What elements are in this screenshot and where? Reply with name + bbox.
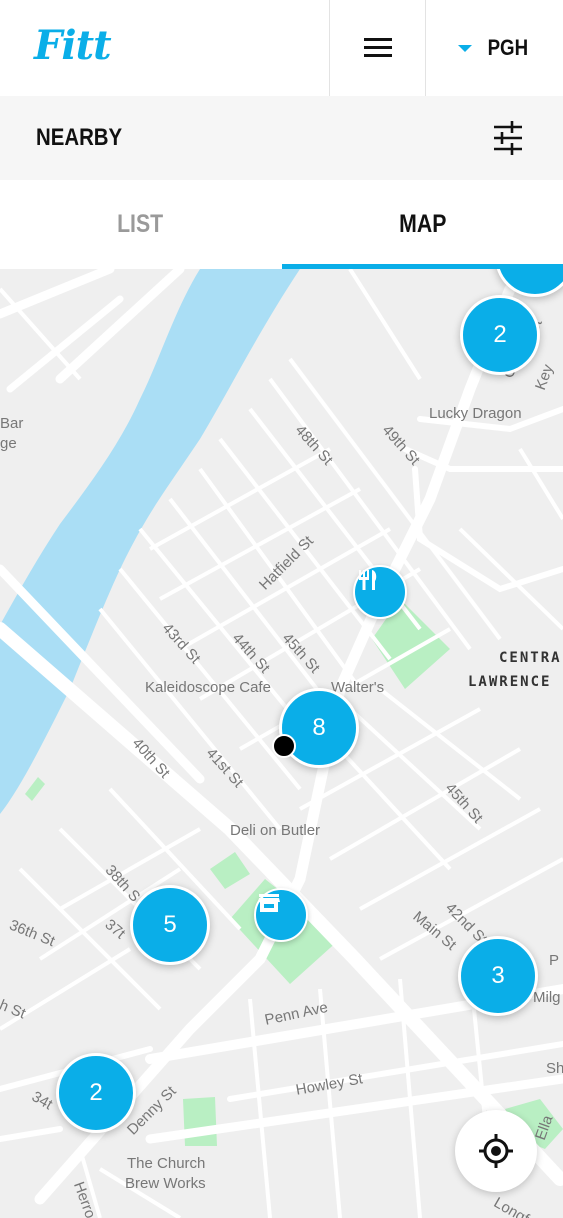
city-dropdown[interactable]: PGH [426,0,563,96]
place-label: Bar [0,415,24,432]
fork-knife-icon [359,570,377,590]
cluster-top-right[interactable]: 2 [460,295,540,375]
city-selected-value: PGH [487,35,528,60]
view-tabs: LIST MAP [0,180,563,270]
place-label: The Church [127,1155,206,1172]
place-label: ge [0,435,17,452]
street-label: Milg [533,989,561,1006]
fitt-logo[interactable]: Fitt [34,22,112,69]
caret-down-icon [457,44,472,52]
street-label: P [549,952,560,969]
cluster-center[interactable]: 8 [279,688,359,768]
store-pin[interactable] [254,888,308,942]
user-location-dot [272,734,296,758]
district-label: LAWRENCE [468,674,552,690]
crosshair-locate-icon [479,1134,513,1168]
street-label: Sh [546,1060,563,1077]
map-view[interactable]: Lucky Dragon 48th St 49th St Hatfield St… [0,269,563,1218]
tab-map[interactable]: MAP [282,180,563,268]
tab-map-label: MAP [398,209,447,238]
tab-list-label: LIST [117,209,164,238]
cluster-bottom-left[interactable]: 2 [56,1053,136,1133]
menu-button[interactable] [330,0,425,96]
place-label: Deli on Butler [230,822,321,839]
filter-sliders-icon [494,121,522,155]
cluster-right[interactable]: 3 [458,936,538,1016]
section-title: NEARBY [36,124,123,151]
tab-list[interactable]: LIST [0,180,281,268]
restaurant-pin[interactable] [353,565,407,619]
filter-button[interactable] [486,116,530,160]
locate-me-button[interactable] [455,1110,537,1192]
place-label: Lucky Dragon [429,405,522,422]
app-header: Fitt PGH [0,0,563,97]
cluster-left[interactable]: 5 [130,885,210,965]
hamburger-menu-icon [363,38,392,58]
place-label: Brew Works [125,1175,206,1192]
storefront-icon [258,894,280,912]
place-label: Kaleidoscope Cafe [145,679,271,696]
district-label: CENTRA [499,650,562,666]
